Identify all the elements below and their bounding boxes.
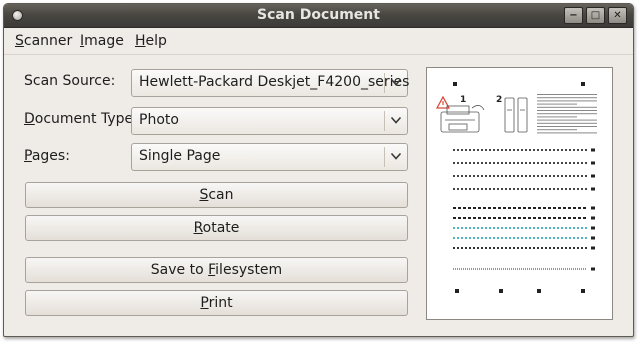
- scan-source-value: Hewlett-Packard Deskjet_F4200_series: [139, 74, 410, 90]
- print-label: rint: [208, 295, 233, 311]
- scan-preview: 1 2: [426, 67, 613, 320]
- text-line: [537, 97, 597, 99]
- pattern-marker: [591, 148, 595, 152]
- step-number: 1: [460, 95, 466, 105]
- chevron-down-icon: [390, 152, 402, 160]
- pages-value: Single Page: [139, 148, 221, 164]
- pattern-marker: [591, 246, 595, 250]
- save-label-prefix: Save to: [150, 262, 209, 278]
- print-button[interactable]: Print: [25, 290, 408, 316]
- scan-button[interactable]: Scan: [25, 182, 408, 208]
- close-icon[interactable]: ✕: [608, 7, 627, 24]
- chevron-down-icon: [390, 116, 402, 124]
- pages-mnemonic: P: [24, 148, 32, 164]
- text-line: [537, 122, 597, 124]
- pattern-marker: [591, 187, 595, 191]
- combo-separator: [384, 147, 385, 167]
- step-number: 2: [496, 95, 502, 105]
- menu-help-mnemonic: H: [135, 33, 146, 49]
- menu-image[interactable]: Image: [80, 33, 124, 49]
- registration-mark: [537, 289, 541, 293]
- menu-image-label: mage: [84, 33, 124, 49]
- menu-help[interactable]: Help: [135, 33, 167, 49]
- pattern-marker: [591, 226, 595, 230]
- pattern-marker: [591, 174, 595, 178]
- save-to-filesystem-button[interactable]: Save to Filesystem: [25, 257, 408, 283]
- scan-document-window: Scan Document − □ ✕ Scanner Image Help S…: [3, 3, 634, 337]
- save-label: ilesystem: [215, 262, 283, 278]
- document-type-label: Document Type:: [24, 111, 138, 127]
- menu-scanner[interactable]: Scanner: [15, 33, 72, 49]
- registration-mark: [453, 82, 457, 86]
- pattern-marker: [591, 216, 595, 220]
- text-line: [537, 129, 577, 131]
- text-line: [537, 94, 597, 95]
- instruction-text-block: [537, 94, 597, 134]
- pages-select[interactable]: Single Page: [131, 143, 408, 171]
- pages-label: Pages:: [24, 148, 70, 164]
- pattern-marker: [591, 267, 595, 271]
- chevron-down-icon: [390, 78, 402, 86]
- document-type-mnemonic: D: [24, 111, 35, 127]
- pages-label-text: ages:: [31, 148, 70, 164]
- menu-bar: Scanner Image Help: [4, 28, 633, 55]
- menu-help-label: elp: [145, 33, 167, 49]
- pattern-marker: [591, 206, 595, 210]
- text-line: [537, 119, 597, 121]
- cartridge-illustration: [504, 97, 528, 133]
- window-title: Scan Document: [257, 7, 380, 23]
- document-type-value: Photo: [139, 112, 179, 128]
- text-line: [537, 116, 577, 118]
- registration-mark: [581, 289, 585, 293]
- menu-scanner-label: canner: [23, 33, 73, 49]
- text-line: [537, 106, 597, 108]
- rotate-label: otate: [202, 220, 240, 236]
- combo-separator: [384, 73, 385, 93]
- printer-illustration: [440, 105, 485, 133]
- rotate-button[interactable]: Rotate: [25, 215, 408, 241]
- rotate-mnemonic: R: [193, 220, 203, 236]
- maximize-icon[interactable]: □: [586, 7, 605, 24]
- text-line: [537, 132, 597, 134]
- combo-separator: [384, 111, 385, 131]
- pattern-marker: [591, 236, 595, 240]
- minimize-icon[interactable]: −: [564, 7, 583, 24]
- scan-source-select[interactable]: Hewlett-Packard Deskjet_F4200_series: [131, 69, 410, 97]
- text-line: [537, 100, 597, 102]
- test-pattern: [453, 148, 595, 271]
- menu-scanner-mnemonic: S: [15, 33, 24, 49]
- text-line: [537, 113, 597, 115]
- text-line: [537, 110, 597, 111]
- pattern-marker: [591, 161, 595, 165]
- preview-document-image: 1 2: [435, 82, 597, 293]
- registration-mark: [581, 82, 585, 86]
- title-bar[interactable]: Scan Document − □ ✕: [4, 4, 633, 28]
- text-line: [537, 103, 577, 105]
- scan-source-label: Scan Source:: [24, 73, 116, 89]
- document-type-select[interactable]: Photo: [131, 107, 408, 135]
- scan-label: can: [208, 187, 234, 203]
- registration-mark: [455, 289, 459, 293]
- print-mnemonic: P: [200, 295, 209, 311]
- document-type-label-text: ocument Type:: [34, 111, 138, 127]
- registration-mark: [499, 289, 503, 293]
- text-line: [537, 126, 597, 127]
